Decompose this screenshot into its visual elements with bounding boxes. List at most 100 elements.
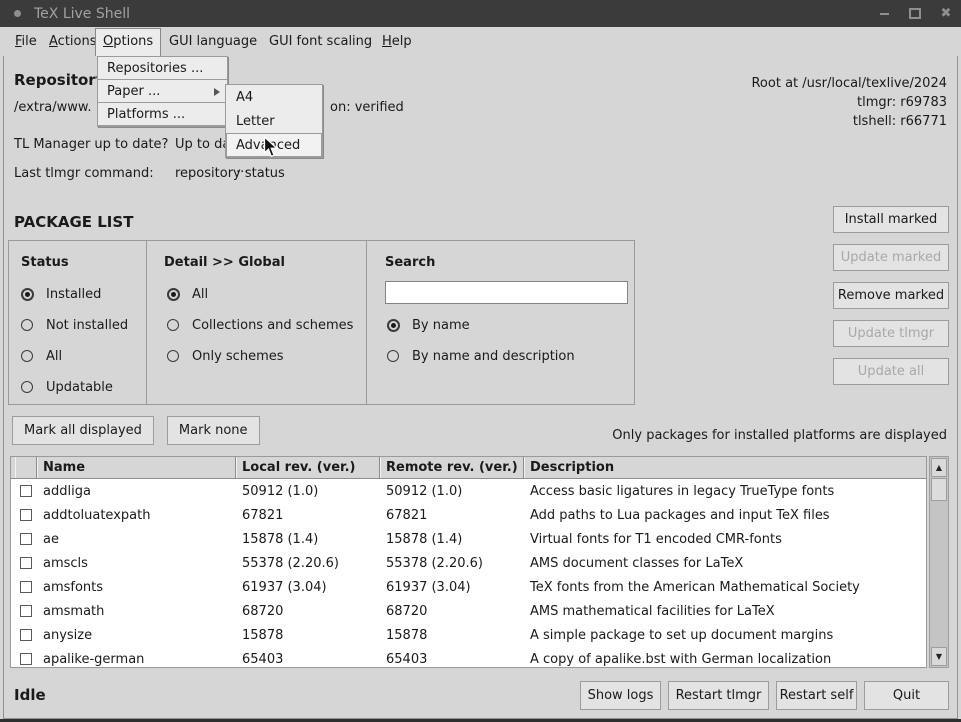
cell-remote-rev: 61937 (3.04) <box>380 580 524 595</box>
repository-url: /extra/www. <box>14 100 91 115</box>
cell-description: Virtual fonts for T1 encoded CMR-fonts <box>524 532 926 547</box>
maximize-button[interactable] <box>908 7 922 21</box>
options-menu: Repositories ...Paper ...Platforms ... <box>97 56 228 127</box>
tlshell-revision: tlshell: r66771 <box>751 112 947 131</box>
radio-detail-collections-and-schemes[interactable]: Collections and schemes <box>167 314 353 336</box>
window-controls: ✖ <box>877 0 953 27</box>
search-radio-group: By name By name and description <box>387 314 575 367</box>
mark-buttons: Mark all displayed Mark none <box>12 416 260 445</box>
checkbox-cell <box>15 653 37 665</box>
minimize-button[interactable] <box>877 7 891 21</box>
menu-item-advanced[interactable]: Advanced ... <box>226 133 322 157</box>
menu-item-platforms[interactable]: Platforms ... <box>97 102 228 126</box>
package-table-body: Name Local rev. (ver.) Remote rev. (ver.… <box>10 456 927 668</box>
cell-remote-rev: 15878 <box>380 628 524 643</box>
action-buttons: Install markedUpdate markedRemove marked… <box>833 206 949 385</box>
table-row[interactable]: amscls55378 (2.20.6)55378 (2.20.6)AMS do… <box>11 551 926 575</box>
scrollbar-thumb[interactable] <box>931 478 947 501</box>
mark-all-button[interactable]: Mark all displayed <box>12 416 154 445</box>
radio-icon <box>387 319 400 332</box>
menu-item-repositories[interactable]: Repositories ... <box>97 56 228 80</box>
menu-file[interactable]: File <box>8 27 44 56</box>
uptodate-value: Up to da <box>175 137 230 152</box>
search-group-label: Search <box>385 255 435 270</box>
repository-heading: Repository <box>14 71 106 89</box>
table-row[interactable]: addtoluatexpath6782167821Add paths to Lu… <box>11 503 926 527</box>
package-checkbox[interactable] <box>20 533 32 545</box>
menu-options[interactable]: Options <box>95 28 161 56</box>
cell-name: amsfonts <box>37 580 236 595</box>
cell-remote-rev: 50912 (1.0) <box>380 484 524 499</box>
cell-local-rev: 15878 <box>236 628 380 643</box>
header-description: Description <box>524 457 926 478</box>
cell-local-rev: 67821 <box>236 508 380 523</box>
table-rows: addliga50912 (1.0)50912 (1.0)Access basi… <box>11 479 926 668</box>
cell-name: amsmath <box>37 604 236 619</box>
mark-none-button[interactable]: Mark none <box>167 416 260 445</box>
cell-local-rev: 68720 <box>236 604 380 619</box>
status-group-label: Status <box>21 255 69 270</box>
close-button[interactable]: ✖ <box>939 7 953 21</box>
radio-status-all[interactable]: All <box>21 345 128 367</box>
cell-name: amscls <box>37 556 236 571</box>
search-input[interactable] <box>385 281 628 304</box>
radio-label: Not installed <box>46 318 128 333</box>
install-marked-button[interactable]: Install marked <box>833 206 949 233</box>
table-row[interactable]: addliga50912 (1.0)50912 (1.0)Access basi… <box>11 479 926 503</box>
remove-marked-button[interactable]: Remove marked <box>833 282 949 309</box>
radio-status-not-installed[interactable]: Not installed <box>21 314 128 336</box>
cell-remote-rev: 55378 (2.20.6) <box>380 556 524 571</box>
checkbox-cell <box>15 581 37 593</box>
radio-detail-all[interactable]: All <box>167 283 353 305</box>
menu-gui-font-scaling[interactable]: GUI font scaling <box>262 27 379 56</box>
package-checkbox[interactable] <box>20 581 32 593</box>
checkbox-cell <box>15 533 37 545</box>
detail-radio-group: All Collections and schemes Only schemes <box>167 283 353 367</box>
restart-tlmgr-button[interactable]: Restart tlmgr <box>668 681 769 710</box>
cell-local-rev: 61937 (3.04) <box>236 580 380 595</box>
table-row[interactable]: amsfonts61937 (3.04)61937 (3.04)TeX font… <box>11 575 926 599</box>
package-checkbox[interactable] <box>20 653 32 665</box>
table-row[interactable]: anysize1587815878A simple package to set… <box>11 623 926 647</box>
menu-help[interactable]: Help <box>375 27 419 56</box>
vertical-scrollbar[interactable]: ▲ ▼ <box>929 456 949 668</box>
radio-detail-only-schemes[interactable]: Only schemes <box>167 345 353 367</box>
table-row[interactable]: amsmath6872068720AMS mathematical facili… <box>11 599 926 623</box>
radio-status-updatable[interactable]: Updatable <box>21 376 128 398</box>
menu-item-a4[interactable]: A4 <box>226 85 322 109</box>
menu-item-letter[interactable]: Letter <box>226 109 322 133</box>
radio-label: By name and description <box>412 349 575 364</box>
table-header: Name Local rev. (ver.) Remote rev. (ver.… <box>11 457 926 479</box>
cell-remote-rev: 67821 <box>380 508 524 523</box>
menu-item-paper[interactable]: Paper ... <box>97 79 228 103</box>
table-row[interactable]: ae15878 (1.4)15878 (1.4)Virtual fonts fo… <box>11 527 926 551</box>
radio-label: Installed <box>46 287 101 302</box>
quit-button[interactable]: Quit <box>864 681 949 710</box>
installation-info: Root at /usr/local/texlive/2024 tlmgr: r… <box>751 74 947 131</box>
paper-submenu: A4LetterAdvanced ... <box>225 84 323 158</box>
titlebar[interactable]: TeX Live Shell ✖ <box>0 0 961 27</box>
restart-self-button[interactable]: Restart self <box>776 681 857 710</box>
package-checkbox[interactable] <box>20 629 32 641</box>
package-checkbox[interactable] <box>20 485 32 497</box>
package-checkbox[interactable] <box>20 557 32 569</box>
radio-search-by-name[interactable]: By name <box>387 314 575 336</box>
update-tlmgr-button: Update tlmgr <box>833 320 949 347</box>
scroll-down-icon[interactable]: ▼ <box>931 647 947 666</box>
package-checkbox[interactable] <box>20 605 32 617</box>
root-path: Root at /usr/local/texlive/2024 <box>751 74 947 93</box>
radio-status-installed[interactable]: Installed <box>21 283 128 305</box>
cell-name: apalike-german <box>37 652 236 667</box>
cell-name: addliga <box>37 484 236 499</box>
app-window: TeX Live Shell ✖ FileActionsOptionsGUI l… <box>0 0 961 722</box>
show-logs-button[interactable]: Show logs <box>580 681 661 710</box>
cell-description: AMS mathematical facilities for LaTeX <box>524 604 926 619</box>
scroll-up-icon[interactable]: ▲ <box>931 458 947 477</box>
radio-icon <box>387 350 399 362</box>
menu-gui-language[interactable]: GUI language <box>162 27 264 56</box>
package-list-heading: PACKAGE LIST <box>14 213 133 231</box>
table-row[interactable]: apalike-german6540365403A copy of apalik… <box>11 647 926 668</box>
cell-description: A copy of apalike.bst with German locali… <box>524 652 926 667</box>
radio-search-by-name-and-description[interactable]: By name and description <box>387 345 575 367</box>
package-checkbox[interactable] <box>20 509 32 521</box>
